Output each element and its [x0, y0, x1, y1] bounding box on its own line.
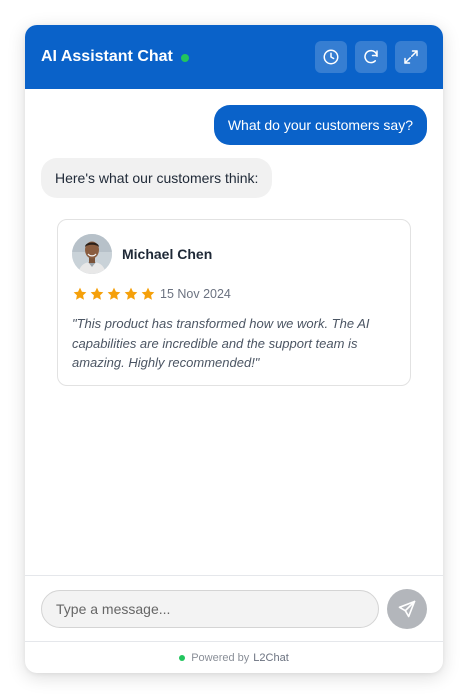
- header-actions: [315, 41, 427, 73]
- star-icon: [140, 286, 156, 302]
- powered-by-text: Powered by: [191, 651, 250, 664]
- star-icon: [72, 286, 88, 302]
- refresh-button[interactable]: [355, 41, 387, 73]
- avatar-photo: [72, 234, 112, 274]
- message-input[interactable]: [41, 590, 379, 628]
- expand-button[interactable]: [395, 41, 427, 73]
- refresh-icon: [364, 49, 378, 64]
- star-icon: [123, 286, 139, 302]
- expand-icon: [404, 50, 418, 64]
- brand-link[interactable]: L2Chat: [253, 652, 288, 664]
- review-card: Michael Chen 15 Nov 2024 "This product h…: [57, 219, 411, 386]
- review-text: "This product has transformed how we wor…: [72, 316, 370, 370]
- message-composer: [25, 575, 443, 641]
- chat-header: AI Assistant Chat: [25, 25, 443, 89]
- send-icon: [398, 600, 416, 618]
- online-status-dot: [180, 53, 189, 62]
- star-icon: [106, 286, 122, 302]
- status-dot: [179, 654, 186, 661]
- powered-by-footer: Powered by L2Chat: [25, 641, 443, 673]
- history-button[interactable]: [315, 41, 347, 73]
- chat-widget: AI Assistant Chat What do your customers…: [25, 25, 443, 673]
- star-icon: [89, 286, 105, 302]
- chat-title: AI Assistant Chat: [41, 48, 173, 65]
- reviewer-avatar: [72, 234, 112, 274]
- review-date: 15 Nov 2024: [160, 287, 231, 301]
- send-button[interactable]: [387, 589, 427, 629]
- user-message: What do your customers say?: [213, 105, 427, 145]
- clock-icon: [323, 49, 339, 65]
- reviewer-name: Michael Chen: [122, 246, 213, 262]
- assistant-message: Here's what our customers think:: [41, 158, 273, 198]
- star-rating: [72, 286, 156, 302]
